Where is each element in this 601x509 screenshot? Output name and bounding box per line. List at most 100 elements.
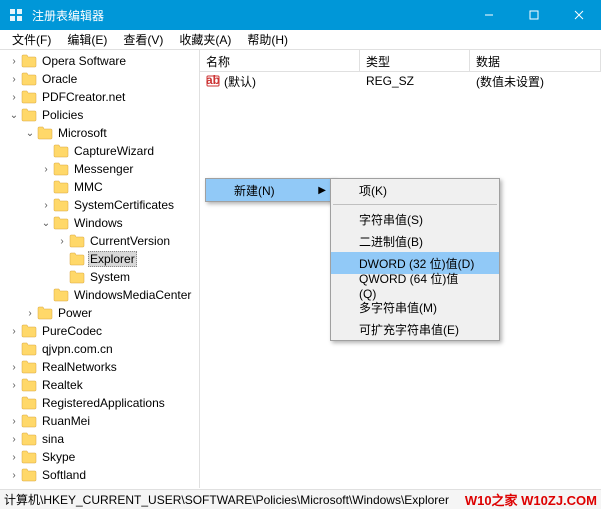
menu-edit[interactable]: 编辑(E) [59, 29, 115, 50]
tree-item-label: CaptureWizard [72, 144, 156, 158]
folder-icon [53, 144, 69, 158]
expand-icon[interactable]: › [8, 433, 20, 445]
svg-text:ab: ab [206, 74, 220, 87]
reg-string-icon: ab [206, 74, 220, 88]
menu-item-key[interactable]: 项(K) [331, 179, 499, 201]
tree-item[interactable]: System [0, 268, 199, 286]
expand-icon[interactable]: › [8, 55, 20, 67]
tree-item[interactable]: › Softland [0, 466, 199, 484]
tree-item[interactable]: ›Realtek [0, 376, 199, 394]
tree-item-label: RealNetworks [40, 360, 119, 374]
list-row[interactable]: ab (默认) REG_SZ (数值未设置) [200, 72, 601, 90]
folder-icon [37, 306, 53, 320]
app-icon [8, 7, 24, 23]
folder-icon [21, 54, 37, 68]
collapse-icon[interactable]: ⌄ [8, 109, 20, 121]
list-panel[interactable]: 名称 类型 数据 ab (默认) REG_SZ (数值未设置) 新建(N) ▶ [200, 50, 601, 488]
tree-panel[interactable]: ›Opera Software›Oracle›PDFCreator.net⌄Po… [0, 50, 200, 488]
expand-icon[interactable]: › [8, 361, 20, 373]
tree-item-label: Explorer [88, 251, 137, 267]
collapse-icon[interactable]: ⌄ [24, 127, 36, 139]
col-name[interactable]: 名称 [200, 50, 360, 71]
tree-item[interactable]: › Skype [0, 448, 199, 466]
menu-item-string[interactable]: 字符串值(S) [331, 208, 499, 230]
close-button[interactable] [556, 0, 601, 30]
tree-item[interactable]: ›Messenger [0, 160, 199, 178]
tree-item-label: Skype [40, 450, 77, 464]
tree-item[interactable]: ›sina [0, 430, 199, 448]
tree-item[interactable]: › RealNetworks [0, 358, 199, 376]
folder-icon [21, 342, 37, 356]
no-expand-icon [40, 289, 52, 301]
titlebar: 注册表编辑器 [0, 0, 601, 30]
folder-icon [21, 324, 37, 338]
expand-icon[interactable]: › [8, 325, 20, 337]
content-area: ›Opera Software›Oracle›PDFCreator.net⌄Po… [0, 50, 601, 488]
maximize-button[interactable] [511, 0, 556, 30]
tree-item[interactable]: ›RuanMei [0, 412, 199, 430]
row-name: (默认) [224, 73, 256, 90]
tree-item[interactable]: › PureCodec [0, 322, 199, 340]
tree-item-label: Windows [72, 216, 125, 230]
folder-icon [69, 234, 85, 248]
expand-icon[interactable]: › [40, 199, 52, 211]
no-expand-icon [40, 181, 52, 193]
expand-icon[interactable]: › [8, 379, 20, 391]
folder-icon [21, 432, 37, 446]
tree-item[interactable]: ⌄ Windows [0, 214, 199, 232]
row-type: REG_SZ [360, 74, 470, 88]
tree-item-label: RegisteredApplications [40, 396, 167, 410]
menu-item-qword[interactable]: QWORD (64 位)值(Q) [331, 274, 499, 296]
tree-item[interactable]: CaptureWizard [0, 142, 199, 160]
menubar: 文件(F) 编辑(E) 查看(V) 收藏夹(A) 帮助(H) [0, 30, 601, 50]
tree-item-label: SystemCertificates [72, 198, 176, 212]
tree-item[interactable]: qjvpn.com.cn [0, 340, 199, 358]
folder-icon [21, 72, 37, 86]
menu-item-binary[interactable]: 二进制值(B) [331, 230, 499, 252]
menu-item-expand[interactable]: 可扩充字符串值(E) [331, 318, 499, 340]
tree-item[interactable]: MMC [0, 178, 199, 196]
folder-icon [21, 108, 37, 122]
submenu-arrow-icon: ▶ [318, 185, 326, 196]
list-body: ab (默认) REG_SZ (数值未设置) [200, 72, 601, 90]
tree-item[interactable]: ⌄Microsoft [0, 124, 199, 142]
collapse-icon[interactable]: ⌄ [40, 217, 52, 229]
expand-icon[interactable]: › [24, 307, 36, 319]
tree-item[interactable]: Explorer [0, 250, 199, 268]
tree-item-label: PureCodec [40, 324, 104, 338]
tree-item[interactable]: ›CurrentVersion [0, 232, 199, 250]
expand-icon[interactable]: › [8, 91, 20, 103]
no-expand-icon [8, 397, 20, 409]
menu-view[interactable]: 查看(V) [115, 29, 171, 50]
menu-favorites[interactable]: 收藏夹(A) [171, 29, 239, 50]
menu-item-new[interactable]: 新建(N) ▶ [206, 179, 334, 201]
expand-icon[interactable]: › [56, 235, 68, 247]
menu-item-multi-label: 多字符串值(M) [359, 299, 437, 316]
tree-item[interactable]: ›PDFCreator.net [0, 88, 199, 106]
tree-item[interactable]: ›Oracle [0, 70, 199, 88]
tree-item-label: Softland [40, 468, 88, 482]
tree-item[interactable]: RegisteredApplications [0, 394, 199, 412]
folder-icon [37, 126, 53, 140]
tree-item[interactable]: ›Opera Software [0, 52, 199, 70]
expand-icon[interactable]: › [8, 469, 20, 481]
col-data[interactable]: 数据 [470, 50, 601, 71]
context-menu-sub: 项(K) 字符串值(S) 二进制值(B) DWORD (32 位)值(D) QW… [330, 178, 500, 341]
tree-item[interactable]: ⌄Policies [0, 106, 199, 124]
tree-item[interactable]: › SystemCertificates [0, 196, 199, 214]
expand-icon[interactable]: › [8, 415, 20, 427]
expand-icon[interactable]: › [8, 73, 20, 85]
minimize-button[interactable] [466, 0, 511, 30]
folder-icon [53, 198, 69, 212]
menu-help[interactable]: 帮助(H) [239, 29, 296, 50]
tree-item[interactable]: WindowsMediaCenter [0, 286, 199, 304]
tree-item[interactable]: ›Power [0, 304, 199, 322]
row-data: (数值未设置) [470, 73, 601, 90]
no-expand-icon [8, 343, 20, 355]
menu-file[interactable]: 文件(F) [4, 29, 59, 50]
menu-item-binary-label: 二进制值(B) [359, 233, 423, 250]
expand-icon[interactable]: › [8, 451, 20, 463]
col-type[interactable]: 类型 [360, 50, 470, 71]
expand-icon[interactable]: › [40, 163, 52, 175]
menu-item-multi[interactable]: 多字符串值(M) [331, 296, 499, 318]
